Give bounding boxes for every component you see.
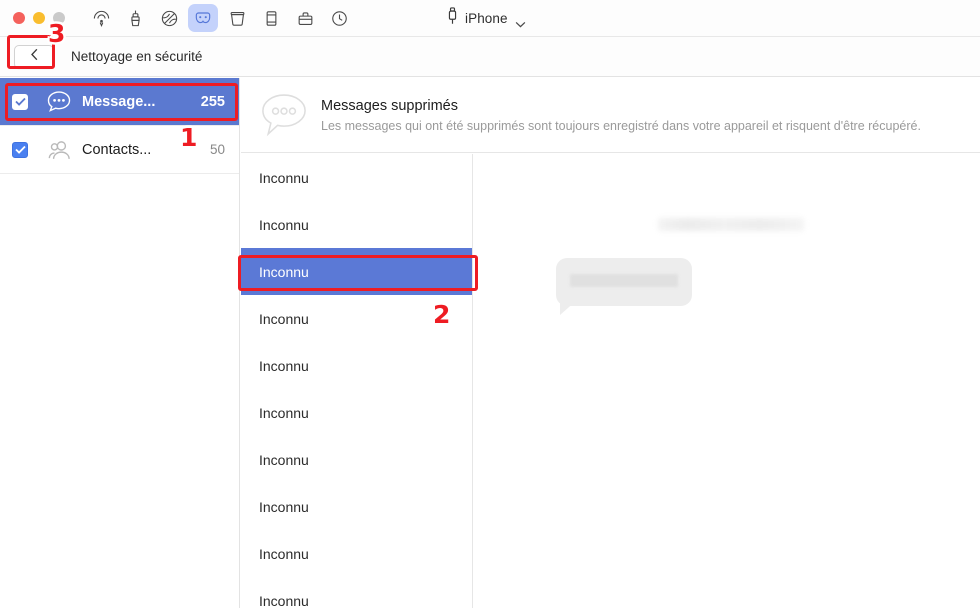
minimize-window-button[interactable] <box>33 12 45 24</box>
sidebar-item-label: Message... <box>82 93 156 110</box>
traffic-lights <box>0 12 65 24</box>
breadcrumb: Nettoyage en sécurité <box>71 49 203 64</box>
back-button[interactable] <box>14 44 54 69</box>
nav-bar: Nettoyage en sécurité <box>0 37 980 77</box>
list-item[interactable]: Inconnu <box>241 483 472 530</box>
message-bubble-dots-icon <box>258 92 310 138</box>
sidebar: Message... 255 Contacts... 50 <box>0 78 240 608</box>
sidebar-item-count: 255 <box>200 93 225 110</box>
airdrop-icon[interactable] <box>86 4 116 32</box>
close-window-button[interactable] <box>13 12 25 24</box>
toolbar <box>86 4 354 32</box>
detail-header: Messages supprimés Les messages qui ont … <box>241 78 980 153</box>
conversation-list[interactable]: Inconnu Inconnu Inconnu Inconnu Inconnu … <box>241 154 473 608</box>
sidebar-divider <box>0 173 239 174</box>
checkbox-contacts[interactable] <box>12 141 28 158</box>
message-timestamp-redacted <box>658 218 804 231</box>
list-item[interactable]: Inconnu <box>241 342 472 389</box>
chevron-down-icon[interactable] <box>515 15 526 28</box>
device-label: iPhone <box>465 11 508 26</box>
brush-icon[interactable] <box>120 4 150 32</box>
sidebar-item-contacts[interactable]: Contacts... 50 <box>0 126 239 173</box>
toolbox-icon[interactable] <box>290 4 320 32</box>
chevron-left-icon <box>30 48 39 66</box>
trash-bucket-icon[interactable] <box>222 4 252 32</box>
eraser-icon[interactable] <box>154 4 184 32</box>
history-clock-icon[interactable] <box>324 4 354 32</box>
device-selector[interactable]: iPhone <box>447 0 526 37</box>
list-item[interactable]: Inconnu <box>241 577 472 608</box>
list-item[interactable]: Inconnu <box>241 389 472 436</box>
sidebar-item-messages[interactable]: Message... 255 <box>0 78 239 125</box>
checkbox-messages[interactable] <box>12 93 28 110</box>
app-window: iPhone Nettoyage en sécurité Message... … <box>0 0 980 608</box>
zoom-window-button[interactable] <box>53 12 65 24</box>
list-item[interactable]: Inconnu <box>241 530 472 577</box>
list-item[interactable]: Inconnu <box>241 295 472 342</box>
mask-privacy-icon[interactable] <box>188 4 218 32</box>
list-item[interactable]: Inconnu <box>241 436 472 483</box>
contacts-person-icon <box>42 138 76 162</box>
list-item[interactable]: Inconnu <box>241 154 472 201</box>
detail-header-title: Messages supprimés <box>321 97 458 114</box>
device-icon[interactable] <box>256 4 286 32</box>
detail-header-text: Messages supprimés Les messages qui ont … <box>321 98 921 133</box>
detail-header-subtitle: Les messages qui ont été supprimés sont … <box>321 118 921 133</box>
sidebar-item-count: 50 <box>209 142 225 157</box>
message-detail-pane <box>474 154 980 608</box>
list-item[interactable]: Inconnu <box>241 201 472 248</box>
message-bubble-tail <box>560 300 577 315</box>
sidebar-item-label: Contacts... <box>82 141 152 158</box>
message-text-redacted <box>570 274 678 287</box>
list-item-selected[interactable]: Inconnu <box>241 248 472 295</box>
message-bubble-icon <box>42 90 76 114</box>
title-bar: iPhone <box>0 0 980 37</box>
lightning-connector-icon <box>447 7 458 30</box>
